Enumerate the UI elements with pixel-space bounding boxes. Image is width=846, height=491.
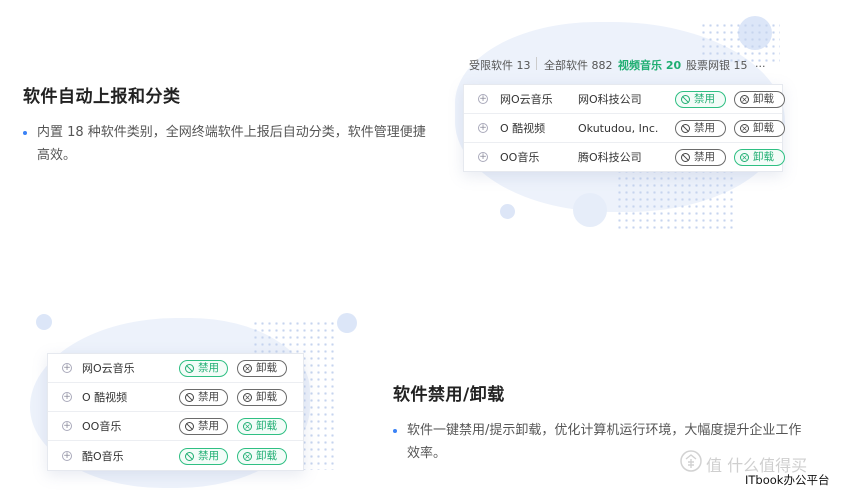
table-row: + 网O云音乐 禁用 × 卸载 bbox=[48, 354, 303, 383]
category-tabs: 受限软件 13 全部软件 882 视频音乐 20 股票网银 15 ... bbox=[463, 51, 783, 77]
software-name: OO音乐 bbox=[82, 420, 122, 433]
close-circle-icon: × bbox=[243, 393, 252, 402]
tab-more[interactable]: ... bbox=[755, 57, 766, 70]
close-circle-icon: × bbox=[740, 124, 749, 133]
disable-button[interactable]: 禁用 bbox=[675, 120, 726, 137]
software-name: 网O云音乐 bbox=[82, 362, 135, 375]
close-circle-icon: × bbox=[243, 452, 252, 461]
table-row: + 酷O音乐 禁用 × 卸载 bbox=[48, 442, 303, 471]
ban-icon bbox=[185, 364, 194, 373]
table-row: + 网O云音乐 网O科技公司 禁用 × 卸载 bbox=[464, 85, 785, 114]
bg-circle bbox=[500, 204, 515, 219]
bullet-icon bbox=[393, 429, 397, 433]
tab-divider bbox=[536, 57, 537, 70]
section1-description-text: 内置 18 种软件类别，全网终端软件上报后自动分类，软件管理便捷高效。 bbox=[37, 125, 426, 163]
close-circle-icon: × bbox=[243, 364, 252, 373]
disable-button[interactable]: 禁用 bbox=[675, 91, 726, 108]
software-name: OO音乐 bbox=[500, 151, 540, 164]
table-row: + OO音乐 腾O科技公司 禁用 × 卸载 bbox=[464, 143, 785, 172]
uninstall-button[interactable]: × 卸载 bbox=[734, 149, 785, 166]
software-name: O 酷视频 bbox=[500, 122, 546, 135]
section2-heading: 软件禁用/卸载 bbox=[393, 385, 505, 405]
software-vendor: 网O科技公司 bbox=[578, 93, 642, 106]
software-name: 网O云音乐 bbox=[500, 93, 553, 106]
credit-text: ITbook办公平台 bbox=[745, 473, 830, 487]
disable-button[interactable]: 禁用 bbox=[179, 448, 228, 465]
disable-button[interactable]: 禁用 bbox=[179, 389, 228, 406]
section1-heading: 软件自动上报和分类 bbox=[23, 87, 181, 107]
bg-dots bbox=[616, 168, 734, 230]
expand-icon[interactable]: + bbox=[478, 94, 488, 104]
software-list-card: + 网O云音乐 网O科技公司 禁用 × 卸载 + O 酷视频 Okutudou, … bbox=[463, 84, 785, 172]
tab-restricted[interactable]: 受限软件 13 bbox=[469, 57, 531, 73]
ban-icon bbox=[681, 124, 690, 133]
uninstall-button[interactable]: × 卸载 bbox=[237, 448, 287, 465]
disable-button[interactable]: 禁用 bbox=[179, 360, 228, 377]
close-circle-icon: × bbox=[740, 95, 749, 104]
watermark-logo-icon bbox=[680, 450, 702, 472]
expand-icon[interactable]: + bbox=[62, 363, 72, 373]
bg-circle bbox=[573, 193, 607, 227]
bullet-icon bbox=[23, 131, 27, 135]
disable-button[interactable]: 禁用 bbox=[179, 418, 228, 435]
ban-icon bbox=[185, 422, 194, 431]
ban-icon bbox=[185, 393, 194, 402]
uninstall-button[interactable]: × 卸载 bbox=[237, 389, 287, 406]
software-vendor: 腾O科技公司 bbox=[578, 151, 642, 164]
ban-icon bbox=[681, 95, 690, 104]
software-vendor: Okutudou, Inc. bbox=[578, 122, 659, 135]
software-action-card: + 网O云音乐 禁用 × 卸载 + O 酷视频 禁用 × 卸载 + OO音乐 禁用 … bbox=[47, 353, 304, 471]
expand-icon[interactable]: + bbox=[62, 392, 72, 402]
close-circle-icon: × bbox=[740, 153, 749, 162]
expand-icon[interactable]: + bbox=[62, 421, 72, 431]
table-row: + OO音乐 禁用 × 卸载 bbox=[48, 412, 303, 441]
tab-video-music[interactable]: 视频音乐 20 bbox=[618, 57, 681, 73]
bg-circle bbox=[337, 313, 357, 333]
bg-circle bbox=[36, 314, 52, 330]
expand-icon[interactable]: + bbox=[478, 123, 488, 133]
table-row: + O 酷视频 禁用 × 卸载 bbox=[48, 383, 303, 412]
software-name: 酷O音乐 bbox=[82, 450, 124, 463]
section1-description: 内置 18 种软件类别，全网终端软件上报后自动分类，软件管理便捷高效。 bbox=[23, 121, 438, 167]
uninstall-button[interactable]: × 卸载 bbox=[734, 91, 785, 108]
expand-icon[interactable]: + bbox=[62, 451, 72, 461]
disable-button[interactable]: 禁用 bbox=[675, 149, 726, 166]
ban-icon bbox=[681, 153, 690, 162]
ban-icon bbox=[185, 452, 194, 461]
tab-all[interactable]: 全部软件 882 bbox=[544, 57, 613, 73]
close-circle-icon: × bbox=[243, 422, 252, 431]
uninstall-button[interactable]: × 卸载 bbox=[237, 418, 287, 435]
table-row: + O 酷视频 Okutudou, Inc. 禁用 × 卸载 bbox=[464, 114, 785, 143]
uninstall-button[interactable]: × 卸载 bbox=[237, 360, 287, 377]
uninstall-button[interactable]: × 卸载 bbox=[734, 120, 785, 137]
expand-icon[interactable]: + bbox=[478, 152, 488, 162]
software-name: O 酷视频 bbox=[82, 391, 128, 404]
tab-stocks-banking[interactable]: 股票网银 15 bbox=[686, 57, 748, 73]
